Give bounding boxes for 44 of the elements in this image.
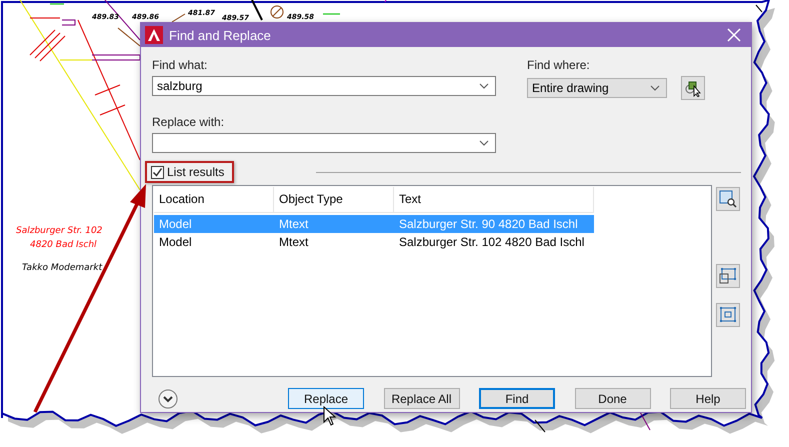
drawing-label: 4820 Bad Ischl — [30, 240, 97, 250]
find-where-dropdown[interactable]: Entire drawing — [527, 78, 667, 98]
dialog-button[interactable]: Help — [670, 388, 746, 409]
checkbox-label: List results — [167, 165, 224, 179]
selection-frame-icon — [719, 267, 737, 285]
select-all-button[interactable] — [716, 303, 740, 327]
column-header[interactable]: Object Type — [274, 187, 394, 212]
field-label: Find where: — [527, 57, 591, 73]
table-cell-text: Model — [158, 235, 193, 249]
table-cell-text: Mtext — [278, 217, 310, 231]
chevron-down-icon — [479, 140, 489, 146]
table-cell-text: Salzburger Str. 90 4820 Bad Ischl — [398, 217, 579, 231]
field-value: salzburg — [157, 79, 202, 93]
dialog-button[interactable]: Replace — [288, 388, 364, 409]
column-header[interactable]: Text — [394, 187, 594, 212]
create-selection-button[interactable] — [716, 264, 740, 288]
expand-icon[interactable] — [158, 388, 178, 408]
dialog-button[interactable]: Done — [574, 388, 650, 409]
list-results-checkbox[interactable]: List results — [151, 165, 224, 179]
dropdown-value: Entire drawing — [532, 81, 609, 95]
chevron-down-icon — [650, 85, 660, 91]
checkmark-icon — [152, 166, 163, 178]
table-cell-text: Salzburger Str. 102 4820 Bad Ischl — [398, 235, 586, 249]
select-objects-button[interactable] — [681, 76, 705, 100]
zoom-to-button[interactable] — [716, 187, 740, 211]
app-logo-icon — [145, 26, 163, 44]
field-label: Replace with: — [152, 114, 226, 130]
select-objects-icon — [684, 79, 702, 97]
result-row[interactable]: Model Mtext Salzburger Str. 102 4820 Bad Ischl — [154, 233, 594, 251]
find-what-field[interactable]: salzburg — [152, 76, 496, 96]
table-cell-text: Mtext — [278, 235, 310, 249]
window-title: Find and Replace — [169, 28, 272, 42]
zoom-icon — [719, 190, 737, 208]
field-label: Find what: — [152, 57, 208, 73]
column-header[interactable]: Location — [154, 187, 274, 212]
close-icon[interactable] — [727, 28, 741, 42]
chevron-down-icon — [479, 83, 489, 89]
drawing-label: Takko Modemarkt — [22, 263, 102, 273]
dialog-button[interactable]: Replace All — [384, 388, 460, 409]
dialog-button[interactable]: Find — [479, 388, 555, 409]
table-cell-text: Model — [158, 217, 193, 231]
drawing-label: Salzburger Str. 102 — [16, 226, 102, 236]
grouped-frames-icon — [719, 306, 737, 324]
replace-with-field[interactable] — [152, 133, 496, 153]
